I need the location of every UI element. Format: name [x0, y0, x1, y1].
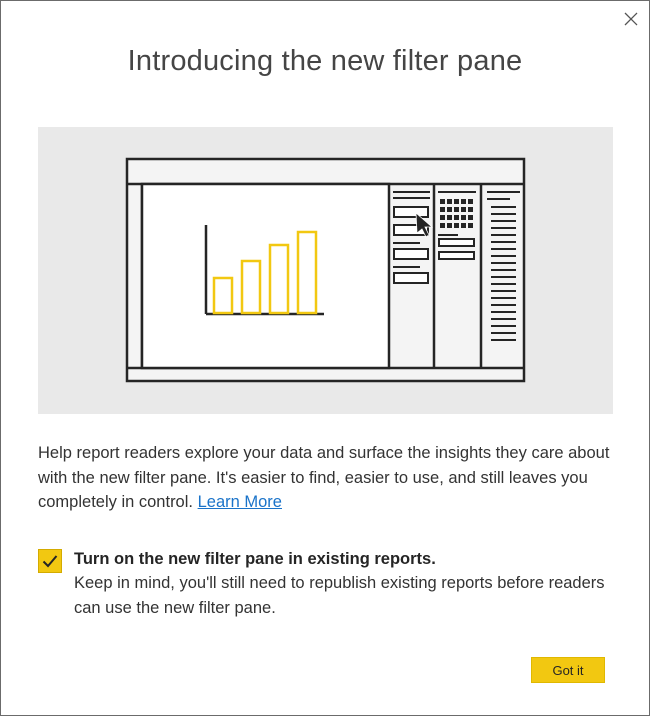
report-window-illustration: [125, 157, 526, 383]
filter-pane-illustration: [38, 127, 613, 414]
checkbox-text: Turn on the new filter pane in existing …: [74, 547, 614, 620]
description-text: Help report readers explore your data an…: [38, 444, 610, 511]
checkmark-icon: [42, 555, 58, 568]
checkbox-sublabel: Keep in mind, you'll still need to repub…: [74, 574, 605, 617]
dialog-description: Help report readers explore your data an…: [38, 441, 618, 515]
enable-filter-pane-checkbox[interactable]: [38, 549, 62, 573]
filter-pane-dialog: Introducing the new filter pane Help rep…: [0, 0, 650, 716]
close-button[interactable]: [621, 9, 641, 29]
close-icon: [624, 12, 638, 26]
got-it-button[interactable]: Got it: [531, 657, 605, 683]
learn-more-link[interactable]: Learn More: [198, 493, 282, 511]
checkbox-label: Turn on the new filter pane in existing …: [74, 550, 436, 568]
dialog-title: Introducing the new filter pane: [127, 45, 523, 77]
